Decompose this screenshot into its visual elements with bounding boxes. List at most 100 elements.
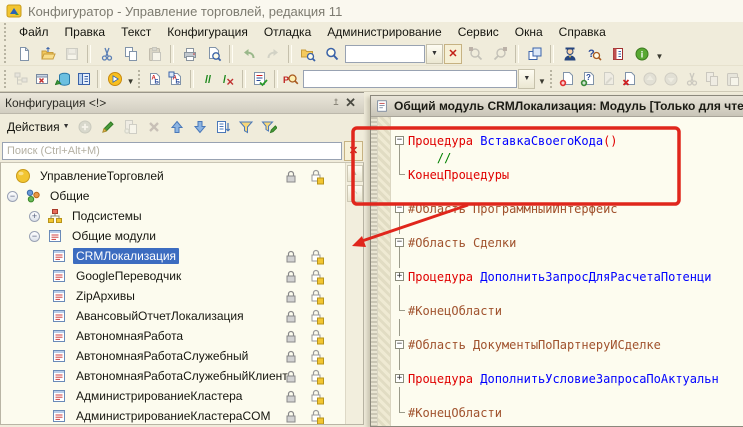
tree-item[interactable]: АдминистрированиеКластера [1,386,345,406]
print-button[interactable] [178,42,201,65]
more-options-caret[interactable]: ▼ [126,71,135,86]
windows-button[interactable] [523,42,546,65]
help-book-button[interactable] [606,42,629,65]
action-filter-button[interactable] [236,116,257,137]
tree-scrollbar[interactable]: ▲ ◠ [345,163,363,424]
editor-titlebar[interactable]: Общий модуль CRMЛокализация: Модуль [Тол… [371,96,743,117]
more-options-caret[interactable]: ▼ [537,71,546,86]
print-icon [182,46,198,62]
start-debug-button[interactable] [105,67,125,90]
search-combo[interactable]: ▼ ✕ [345,43,462,64]
lock-icon [283,289,299,305]
search-combo-input[interactable] [345,44,425,63]
tree-item[interactable]: АвтономнаяРаботаСлужебный [1,346,345,366]
menu-5[interactable]: Администрирование [319,23,449,41]
help-search-button[interactable]: ? [582,42,605,65]
toolbar-grip[interactable] [4,23,9,41]
toolbar-grip[interactable] [4,44,9,63]
menu-0[interactable]: Файл [11,23,57,41]
procedures-combo[interactable]: ▼ [303,68,536,89]
tree-item[interactable]: УправлениеТорговлей [1,166,345,186]
syntax-check-module-button[interactable]: АБ [166,67,186,90]
uncomment-button[interactable]: / [219,67,239,90]
fold-marker-icon[interactable]: − [391,234,408,251]
action-filter-settings-button[interactable] [259,116,280,137]
syntax-check-button[interactable]: АБ [145,67,165,90]
update-db-button[interactable] [53,67,73,90]
menu-2[interactable]: Текст [113,23,159,41]
help-page-button[interactable]: ? [578,67,598,90]
new-page-button[interactable] [12,42,35,65]
search-input[interactable] [2,141,342,160]
toolbar-grip[interactable] [138,69,143,88]
copy-button[interactable] [119,42,142,65]
fold-marker-icon[interactable]: + [391,370,408,387]
format-check-button[interactable] [250,67,270,90]
scroll-up-icon[interactable]: ▲ [346,165,363,182]
tree-item[interactable]: − Общие [1,186,345,206]
tree-item[interactable]: + Подсистемы [1,206,345,226]
pin-icon[interactable] [330,97,342,109]
toolbar-grip[interactable] [549,69,554,88]
toolbar-grip[interactable] [4,69,9,88]
action-sort-list-button[interactable] [213,116,234,137]
tree-item[interactable]: АвтономнаяРабота [1,326,345,346]
more-options-caret[interactable]: ▼ [654,46,665,61]
menu-8[interactable]: Справка [551,23,614,41]
add-page-button[interactable] [557,67,577,90]
menu-6[interactable]: Сервис [450,23,507,41]
actions-menu-button[interactable]: Действия ▼ [4,118,73,136]
move-down-button [661,67,681,90]
undo-button[interactable] [237,42,260,65]
action-edit-button[interactable] [98,116,119,137]
tree-item[interactable]: − Общие модули [1,226,345,246]
find-button[interactable] [320,42,343,65]
combo-clear-icon[interactable]: ✕ [444,43,462,64]
menu-1[interactable]: Правка [57,23,114,41]
scroll-thumb[interactable]: ◠ [346,185,363,202]
menu-3[interactable]: Конфигурация [159,23,256,41]
syntax-assistant-icon [562,46,578,62]
collapse-icon[interactable]: − [7,190,18,202]
menu-7[interactable]: Окна [507,23,551,41]
code-editor[interactable]: − Процедура ВставкаСвоегоКода() //КонецПр… [391,117,743,426]
configuration-panel: Конфигурация <!> ✕ Действия▼ ✕ Управлени… [0,92,364,425]
module-document-icon [375,99,389,113]
tree-item[interactable]: GoogleПереводчик [1,266,345,286]
lock-indicators [281,269,345,285]
configuration-tree[interactable]: УправлениеТорговлей − Общие + Подсистемы − Общ… [1,163,345,424]
chevron-down-icon[interactable]: ▼ [426,43,443,64]
find-in-files-button[interactable] [296,42,319,65]
menu-4[interactable]: Отладка [256,23,319,41]
expand-icon[interactable]: + [29,210,40,222]
breakpoint-margin[interactable] [378,117,391,426]
action-down-arrow-button[interactable] [190,116,211,137]
tree-item[interactable]: АдминистрированиеКластераCOM [1,406,345,424]
fold-marker-icon[interactable]: − [391,336,408,353]
tree-item[interactable]: ZipАрхивы [1,286,345,306]
collapse-icon[interactable]: − [29,230,40,242]
close-window-button[interactable] [32,67,52,90]
procedures-search-button[interactable]: P [282,67,302,90]
delete-page-button[interactable] [619,67,639,90]
lock-cube-icon [309,169,325,185]
cut-button[interactable] [95,42,118,65]
print-preview-button[interactable] [202,42,225,65]
action-up-arrow-button[interactable] [167,116,188,137]
fold-marker-icon[interactable]: − [391,132,408,149]
svg-text://: // [205,74,211,86]
syntax-assistant-button[interactable] [558,42,581,65]
tree-item[interactable]: АвансовыйОтчетЛокализация [1,306,345,326]
tree-item[interactable]: АвтономнаяРаботаСлужебныйКлиент [1,366,345,386]
chevron-down-icon[interactable]: ▼ [518,68,536,89]
info-button[interactable]: i [630,42,653,65]
comment-button[interactable]: // [198,67,218,90]
tree-item[interactable]: CRMЛокализация [1,246,345,266]
procedures-combo-input[interactable] [303,69,518,88]
fold-marker-icon[interactable]: + [391,268,408,285]
config-panel-button[interactable] [74,67,94,90]
fold-marker-icon[interactable]: − [391,200,408,217]
panel-close-icon[interactable]: ✕ [342,96,359,110]
open-folder-button[interactable] [36,42,59,65]
search-close-button[interactable]: ✕ [344,140,363,161]
